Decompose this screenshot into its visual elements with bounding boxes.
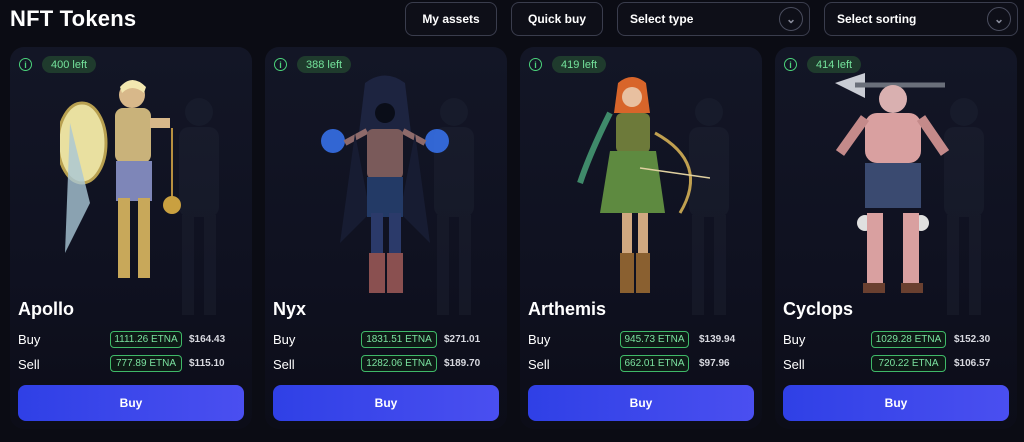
buy-etna-price: 1831.51 ETNA <box>361 331 437 348</box>
sell-usd-price: $97.96 <box>699 358 730 369</box>
buy-button[interactable]: Buy <box>528 385 754 421</box>
sell-etna-price: 777.89 ETNA <box>110 355 182 372</box>
buy-row-label: Buy <box>273 332 296 347</box>
nyx-character-image <box>321 75 449 293</box>
remaining-badge: 400 left <box>42 56 97 73</box>
chevron-down-icon: ⌄ <box>779 7 803 31</box>
card-name: Apollo <box>18 299 74 319</box>
buy-etna-price: 1029.28 ETNA <box>871 331 946 348</box>
card-name: Nyx <box>273 299 307 319</box>
sell-usd-price: $106.57 <box>954 358 991 369</box>
nft-card-cyclops[interactable]: i 414 left Cyclops Buy 1029.28 ETNA $152… <box>775 47 1017 429</box>
buy-usd-price: $271.01 <box>444 334 481 345</box>
buy-row-label: Buy <box>18 332 41 347</box>
remaining-badge: 419 left <box>552 56 607 73</box>
info-icon[interactable]: i <box>19 58 32 71</box>
buy-button[interactable]: Buy <box>783 385 1009 421</box>
remaining-badge: 388 left <box>297 56 352 73</box>
sell-usd-price: $189.70 <box>444 358 481 369</box>
buy-row-label: Buy <box>783 332 806 347</box>
nft-card-nyx[interactable]: i 388 left Nyx Buy 1831.51 ETNA $271.01 … <box>265 47 507 429</box>
select-sorting-label: Select sorting <box>837 12 917 26</box>
select-type-label: Select type <box>630 12 694 26</box>
sell-row-label: Sell <box>783 357 805 372</box>
remaining-badge: 414 left <box>807 56 862 73</box>
arthemis-character-image <box>577 77 710 293</box>
cyclops-character-image <box>835 73 950 293</box>
quick-buy-button[interactable]: Quick buy <box>511 2 603 36</box>
sell-etna-price: 662.01 ETNA <box>620 355 689 372</box>
page-title: NFT Tokens <box>10 6 137 31</box>
chevron-down-icon: ⌄ <box>987 7 1011 31</box>
select-sorting-dropdown[interactable]: Select sorting ⌄ <box>824 2 1018 36</box>
select-type-dropdown[interactable]: Select type ⌄ <box>617 2 810 36</box>
sell-row-label: Sell <box>273 357 295 372</box>
info-icon[interactable]: i <box>274 58 287 71</box>
info-icon[interactable]: i <box>784 58 797 71</box>
card-name: Arthemis <box>528 299 607 319</box>
nft-card-apollo[interactable]: i 400 left Apollo Buy 1111.26 ETNA $164.… <box>10 47 252 429</box>
sell-row-label: Sell <box>18 357 40 372</box>
sell-usd-price: $115.10 <box>189 358 225 369</box>
buy-usd-price: $139.94 <box>699 334 736 345</box>
buy-etna-price: 1111.26 ETNA <box>110 331 182 348</box>
buy-button[interactable]: Buy <box>18 385 244 421</box>
card-name: Cyclops <box>783 299 854 319</box>
sell-etna-price: 720.22 ETNA <box>871 355 946 372</box>
buy-usd-price: $164.43 <box>189 334 226 345</box>
buy-etna-price: 945.73 ETNA <box>620 331 689 348</box>
info-icon[interactable]: i <box>529 58 542 71</box>
my-assets-button[interactable]: My assets <box>405 2 497 36</box>
sell-etna-price: 1282.06 ETNA <box>361 355 437 372</box>
nft-card-arthemis[interactable]: i 419 left Arthemis Buy 945.73 ETNA $139… <box>520 47 762 429</box>
buy-row-label: Buy <box>528 332 551 347</box>
apollo-character-image <box>60 80 181 278</box>
sell-row-label: Sell <box>528 357 550 372</box>
buy-usd-price: $152.30 <box>954 334 991 345</box>
buy-button[interactable]: Buy <box>273 385 499 421</box>
